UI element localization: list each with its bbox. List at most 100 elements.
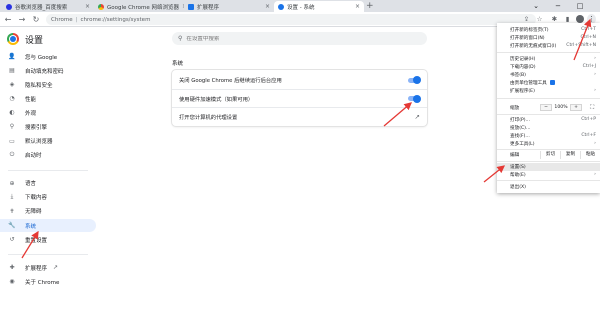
zoom-in-button[interactable]: + [570, 104, 582, 111]
address-bar[interactable]: Chrome | chrome://settings/system [46, 14, 536, 25]
menu-label: 打开新的窗口(N) [510, 35, 545, 41]
close-icon[interactable]: × [352, 3, 360, 10]
menu-label: 帮助(E) [510, 172, 526, 178]
cut-button[interactable]: 剪切 [540, 151, 560, 159]
tab-baidu[interactable]: 谷歌浏览器_百度搜索 × [2, 1, 94, 12]
tab-title: Google Chrome 网络浏览器 [107, 4, 179, 11]
menu-label: 历史记录(H) [510, 56, 536, 62]
menu-item-print[interactable]: 打印(P)... Ctrl+P [497, 116, 600, 124]
tab-title: 扩展程序 [197, 4, 220, 11]
hardware-acceleration-toggle[interactable] [408, 94, 421, 103]
menu-label: 打开新的标签页(T) [510, 27, 549, 33]
menu-item-managed[interactable]: 由贵单位管理工具 [497, 79, 600, 87]
wrench-icon: 🔧 [8, 222, 16, 230]
person-icon: 👤 [8, 53, 16, 60]
shortcut: Ctrl+J [582, 64, 596, 70]
profile-avatar[interactable] [576, 15, 584, 23]
menu-item-cast[interactable]: 投放(C)... [497, 124, 600, 132]
menu-item-find[interactable]: 查找(F)... Ctrl+F [497, 132, 600, 140]
tab-search-icon[interactable]: ⌄ [525, 2, 547, 10]
menu-item-incognito[interactable]: 打开新的无痕式窗口(I) Ctrl+Shift+N [497, 42, 600, 50]
puzzle-icon: ✚ [9, 264, 15, 272]
chrome-logo-icon [7, 33, 19, 45]
tab-extensions[interactable]: 扩展程序 × [184, 1, 274, 12]
submenu-arrow-icon: › [594, 88, 596, 94]
menu-edit-row: 编辑 剪切 复制 粘贴 [497, 151, 600, 159]
sidebar-item-languages[interactable]: ⊕ 语言 [0, 177, 96, 190]
sidebar-item-appearance[interactable]: ◐ 外观 [0, 106, 96, 119]
close-icon[interactable]: × [82, 3, 90, 10]
shortcut: Ctrl+T [581, 27, 596, 33]
accessibility-icon: ✝ [9, 207, 15, 215]
menu-item-bookmarks[interactable]: 书签(B) › [497, 71, 600, 79]
site-chip: Chrome [51, 16, 73, 23]
shield-icon: ◈ [9, 81, 15, 89]
paste-button[interactable]: 粘贴 [580, 151, 600, 159]
shortcut: Ctrl+P [581, 117, 596, 123]
search-icon: ⚲ [9, 123, 15, 131]
sidebar-item-label: 下载内容 [25, 195, 48, 202]
sidebar-item-downloads[interactable]: ⤓ 下载内容 [0, 191, 96, 204]
zoom-out-button[interactable]: − [540, 104, 552, 111]
search-input[interactable] [186, 35, 387, 42]
menu-item-new-window[interactable]: 打开新的窗口(N) Ctrl+N [497, 34, 600, 42]
sidebar-item-default-browser[interactable]: ▭ 默认浏览器 [0, 135, 96, 148]
sidebar-item-label: 默认浏览器 [25, 139, 53, 146]
reload-icon[interactable]: ↻ [31, 14, 41, 25]
sidebar-item-label: 关于 Chrome [25, 279, 60, 286]
sidebar-item-privacy[interactable]: ◈ 隐私和安全 [0, 78, 96, 91]
sidebar-item-label: 隐私和安全 [25, 82, 53, 89]
menu-item-new-tab[interactable]: 打开新的标签页(T) Ctrl+T [497, 26, 600, 34]
tab-settings-system[interactable]: 设置 - 系统 × [274, 1, 364, 12]
sidebar-item-autofill[interactable]: ▤ 自动填充和密码 [0, 64, 96, 77]
submenu-arrow-icon: › [594, 172, 596, 178]
forward-icon[interactable]: → [17, 14, 27, 25]
menu-label: 书签(B) [510, 72, 526, 78]
sidebar-item-accessibility[interactable]: ✝ 无障碍 [0, 205, 96, 218]
shortcut: Ctrl+N [580, 35, 596, 41]
menu-label: 下载内容(D) [510, 64, 536, 70]
sidebar-divider [8, 247, 88, 256]
menu-divider [497, 149, 600, 150]
menu-item-settings[interactable]: 设置(S) [497, 163, 600, 171]
sidebar-item-label: 外观 [25, 110, 37, 117]
maximize-icon[interactable]: □ [569, 2, 591, 10]
sidebar-item-search-engine[interactable]: ⚲ 搜索引擎 [0, 120, 96, 133]
menu-item-more-tools[interactable]: 更多工具(L) › [497, 140, 600, 148]
palette-icon: ◐ [9, 109, 15, 117]
menu-item-history[interactable]: 历史记录(H) › [497, 55, 600, 63]
submenu-arrow-icon: › [594, 56, 596, 62]
copy-button[interactable]: 复制 [560, 151, 580, 159]
menu-item-exit[interactable]: 退出(X) [497, 183, 600, 191]
tab-strip: 谷歌浏览器_百度搜索 × Google Chrome 网络浏览器 × 扩展程序 … [0, 0, 600, 12]
sidebar-item-system[interactable]: 🔧 系统 [0, 219, 96, 233]
settings-search[interactable]: ⚲ [172, 32, 427, 45]
sidebar-item-label: 性能 [25, 96, 37, 103]
sidebar-item-on-startup[interactable]: ⏻ 启动时 [0, 149, 96, 162]
sidebar-item-reset[interactable]: ↺ 重置设置 [0, 233, 96, 246]
back-icon[interactable]: ← [3, 14, 13, 25]
menu-item-help[interactable]: 帮助(E) › [497, 171, 600, 179]
background-apps-toggle[interactable] [408, 76, 421, 84]
external-link-icon[interactable]: ↗ [415, 113, 420, 121]
sidebar-item-about[interactable]: ◉ 关于 Chrome [0, 275, 96, 288]
sidebar-item-performance[interactable]: ◔ 性能 [0, 92, 96, 105]
tab-chrome[interactable]: Google Chrome 网络浏览器 × [94, 1, 184, 12]
menu-label: 由贵单位管理工具 [510, 80, 547, 86]
sidebar-item-extensions[interactable]: ✚ 扩展程序 ↗ [0, 261, 96, 274]
separator: | [75, 16, 78, 23]
sidebar-item-label: 启动时 [25, 153, 42, 160]
setting-label: 打开您计算机的代理设置 [179, 114, 238, 121]
sidebar-item-label: 系统 [25, 223, 37, 230]
sidebar-item-you-and-google[interactable]: 👤 您与 Google [0, 50, 96, 63]
minimize-icon[interactable]: − [547, 2, 569, 10]
fullscreen-icon[interactable]: ⛶ [590, 104, 594, 112]
sidebar-item-label: 扩展程序 [25, 265, 48, 272]
menu-item-downloads[interactable]: 下载内容(D) Ctrl+J [497, 63, 600, 71]
menu-item-extensions[interactable]: 扩展程序(E) › [497, 87, 600, 95]
close-icon[interactable]: × [262, 3, 270, 10]
new-tab-button[interactable]: + [366, 1, 374, 11]
menu-label: 退出(X) [510, 184, 526, 190]
setting-row-proxy[interactable]: 打开您计算机的代理设置 ↗ [172, 107, 427, 125]
sidebar-item-label: 重置设置 [25, 237, 48, 244]
